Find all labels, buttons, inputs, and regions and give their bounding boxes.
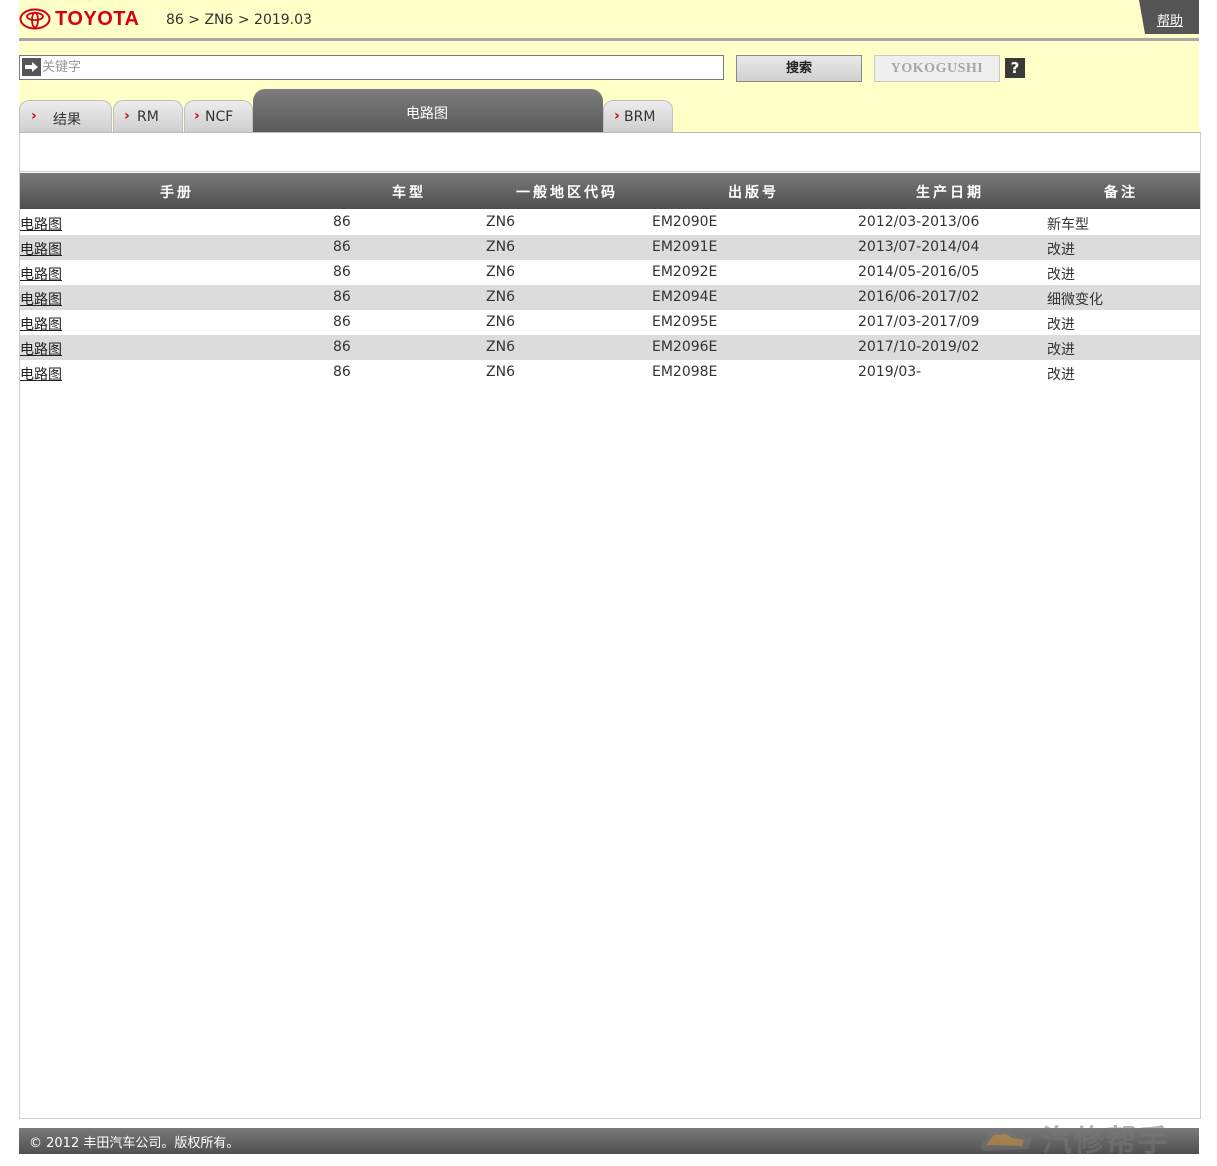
- cell-region-code: ZN6: [486, 239, 515, 255]
- content-panel: 手册 车型 一般地区代码 出版号 生产日期 备注 电路图 86 ZN6 EM20…: [19, 132, 1201, 1119]
- watermark-text: 汽修帮手: [1042, 1124, 1170, 1159]
- column-header-production-date[interactable]: 生产日期: [916, 182, 984, 202]
- manual-link[interactable]: 电路图: [20, 289, 62, 309]
- cell-note: 改进: [1047, 317, 1075, 333]
- toyota-emblem-icon: [19, 8, 51, 30]
- column-header-notes[interactable]: 备注: [1104, 182, 1138, 202]
- cell-region-code: ZN6: [486, 339, 515, 355]
- cell-date: 2016/06-2017/02: [858, 289, 980, 305]
- breadcrumb: 86 > ZN6 > 2019.03: [166, 12, 312, 28]
- tab-rm[interactable]: › RM: [113, 100, 183, 132]
- cell-date: 2014/05-2016/05: [858, 264, 980, 280]
- tab-label: 电路图: [406, 106, 448, 122]
- tab-label: NCF: [205, 109, 234, 125]
- cell-region-code: ZN6: [486, 214, 515, 230]
- cell-region-code: ZN6: [486, 289, 515, 305]
- chevron-right-icon: ›: [614, 108, 620, 124]
- search-box[interactable]: [19, 55, 724, 80]
- column-header-pub-no[interactable]: 出版号: [728, 182, 779, 202]
- cell-pub-no: EM2091E: [652, 239, 718, 255]
- cell-date: 2012/03-2013/06: [858, 214, 980, 230]
- table-row: 电路图 86 ZN6 EM2095E 2017/03-2017/09 改进: [20, 310, 1200, 335]
- cell-note: 改进: [1047, 267, 1075, 283]
- brand-name: TOYOTA: [55, 7, 140, 30]
- cell-date: 2019/03-: [858, 364, 922, 380]
- table-row: 电路图 86 ZN6 EM2098E 2019/03- 改进: [20, 360, 1200, 385]
- tab-results[interactable]: › 结果: [19, 100, 112, 132]
- cell-pub-no: EM2090E: [652, 214, 718, 230]
- column-header-region-code[interactable]: 一般地区代码: [516, 182, 618, 202]
- cell-date: 2017/03-2017/09: [858, 314, 980, 330]
- cell-model: 86: [333, 289, 351, 305]
- cell-model: 86: [333, 339, 351, 355]
- column-header-manual[interactable]: 手册: [160, 182, 194, 202]
- cell-note: 改进: [1047, 342, 1075, 358]
- column-header-model[interactable]: 车型: [392, 182, 426, 202]
- help-link[interactable]: 帮助: [1157, 10, 1183, 29]
- manual-link[interactable]: 电路图: [20, 239, 62, 259]
- cell-pub-no: EM2094E: [652, 289, 718, 305]
- cell-model: 86: [333, 239, 351, 255]
- cell-model: 86: [333, 214, 351, 230]
- top-band: TOYOTA 86 > ZN6 > 2019.03 帮助 搜索 YOKOGUSH…: [19, 0, 1199, 132]
- manual-link[interactable]: 电路图: [20, 314, 62, 334]
- sub-toolbar-strip: [20, 133, 1200, 172]
- tab-brm[interactable]: › BRM: [603, 100, 673, 132]
- search-button[interactable]: 搜索: [736, 55, 862, 82]
- cell-pub-no: EM2098E: [652, 364, 718, 380]
- chevron-right-icon: ›: [31, 108, 37, 124]
- table-header: 手册 车型 一般地区代码 出版号 生产日期 备注: [20, 173, 1200, 209]
- chevron-right-icon: ›: [124, 108, 130, 124]
- question-help-button[interactable]: ?: [1005, 58, 1025, 78]
- cell-date: 2013/07-2014/04: [858, 239, 980, 255]
- cell-model: 86: [333, 364, 351, 380]
- tab-wiring-diagram[interactable]: 电路图: [253, 89, 603, 132]
- manual-link[interactable]: 电路图: [20, 339, 62, 359]
- table-row: 电路图 86 ZN6 EM2096E 2017/10-2019/02 改进: [20, 335, 1200, 360]
- cell-note: 改进: [1047, 242, 1075, 258]
- toyota-logo: TOYOTA: [19, 8, 139, 30]
- table-row: 电路图 86 ZN6 EM2090E 2012/03-2013/06 新车型: [20, 210, 1200, 235]
- cell-note: 细微变化: [1047, 292, 1103, 308]
- tab-label: RM: [137, 109, 159, 125]
- cell-region-code: ZN6: [486, 364, 515, 380]
- cell-pub-no: EM2092E: [652, 264, 718, 280]
- yokogushi-button[interactable]: YOKOGUSHI: [874, 55, 1000, 82]
- watermark: 汽修帮手: [976, 1117, 1212, 1159]
- manual-link[interactable]: 电路图: [20, 214, 62, 234]
- table-row: 电路图 86 ZN6 EM2092E 2014/05-2016/05 改进: [20, 260, 1200, 285]
- cell-note: 新车型: [1047, 217, 1089, 233]
- chevron-right-icon: ›: [194, 108, 200, 124]
- header-bar: TOYOTA 86 > ZN6 > 2019.03 帮助: [19, 0, 1199, 41]
- tab-ncf[interactable]: › NCF: [184, 100, 253, 132]
- table-row: 电路图 86 ZN6 EM2094E 2016/06-2017/02 细微变化: [20, 285, 1200, 310]
- arrow-right-icon[interactable]: [22, 58, 41, 76]
- cell-region-code: ZN6: [486, 264, 515, 280]
- cell-pub-no: EM2096E: [652, 339, 718, 355]
- tab-label: 结果: [53, 112, 81, 128]
- cell-region-code: ZN6: [486, 314, 515, 330]
- cell-pub-no: EM2095E: [652, 314, 718, 330]
- cell-model: 86: [333, 314, 351, 330]
- search-row: 搜索 YOKOGUSHI ?: [19, 55, 1199, 82]
- watermark-logo-icon: [980, 1129, 1032, 1151]
- copyright-text: © 2012 丰田汽车公司。版权所有。: [29, 1136, 240, 1151]
- manual-link[interactable]: 电路图: [20, 364, 62, 384]
- cell-date: 2017/10-2019/02: [858, 339, 980, 355]
- manual-link[interactable]: 电路图: [20, 264, 62, 284]
- cell-note: 改进: [1047, 367, 1075, 383]
- table-row: 电路图 86 ZN6 EM2091E 2013/07-2014/04 改进: [20, 235, 1200, 260]
- tab-label: BRM: [624, 109, 656, 125]
- keyword-input[interactable]: [42, 56, 718, 79]
- cell-model: 86: [333, 264, 351, 280]
